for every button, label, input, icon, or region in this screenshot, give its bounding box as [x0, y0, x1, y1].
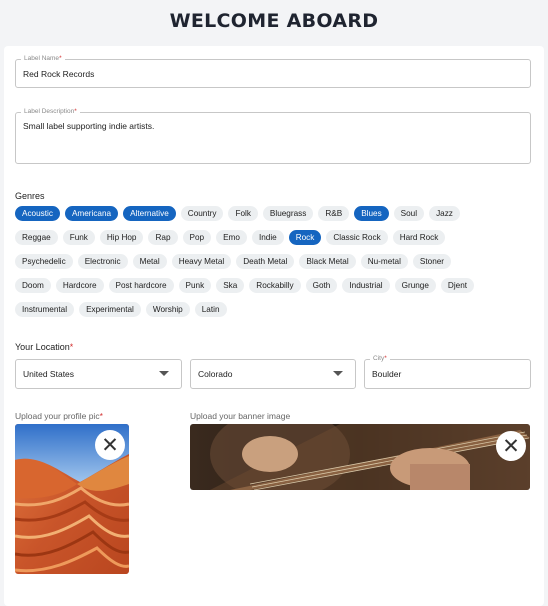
genres-chip-row: Psychedelic Electronic Metal Heavy Metal Dea… [15, 254, 535, 278]
remove-banner-image-button[interactable]: ✕ [496, 431, 526, 461]
genre-chip[interactable]: Rock [288, 230, 322, 245]
genre-chip[interactable]: Stoner [412, 254, 452, 269]
genre-chip[interactable]: Acoustic [15, 206, 60, 221]
genres-heading: Genres [15, 191, 45, 201]
genre-chip[interactable]: Hard Rock [392, 230, 446, 245]
genre-chip[interactable]: Americana [64, 206, 119, 221]
genre-chip[interactable]: Bluegrass [262, 206, 314, 221]
label-description-label: Label Description* [21, 107, 80, 117]
label-name-label: Label Name* [21, 54, 65, 64]
genre-chip[interactable]: Worship [145, 302, 190, 317]
genre-chip[interactable]: Post hardcore [108, 278, 174, 293]
genre-chip[interactable]: Pop [182, 230, 212, 245]
label-description-textarea[interactable]: Small label supporting indie artists. [23, 121, 154, 131]
genre-chip[interactable]: Folk [228, 206, 258, 221]
genre-chip[interactable]: Blues [354, 206, 389, 221]
genre-chip[interactable]: Punk [178, 278, 212, 293]
label-name-field[interactable]: Label Name* Red Rock Records [15, 54, 531, 88]
genre-chip[interactable]: Doom [15, 278, 51, 293]
genre-chip[interactable]: Alternative [123, 206, 176, 221]
remove-profile-pic-button[interactable]: ✕ [95, 430, 125, 460]
banner-upload-label: Upload your banner image [190, 411, 291, 421]
genre-chip[interactable]: Nu-metal [360, 254, 408, 269]
genre-chip[interactable]: Djent [440, 278, 475, 293]
city-label: City* [370, 354, 390, 364]
genre-chip[interactable]: R&B [318, 206, 350, 221]
genre-chip[interactable]: Rockabilly [249, 278, 301, 293]
label-name-input[interactable]: Red Rock Records [23, 69, 94, 79]
close-icon: ✕ [502, 434, 520, 458]
genres-chip-group: Acoustic Americana Alternative Country Folk B… [15, 206, 535, 326]
guitar-image [190, 424, 530, 490]
genre-chip[interactable]: Classic Rock [326, 230, 388, 245]
genre-chip[interactable]: Hardcore [55, 278, 104, 293]
genre-chip[interactable]: Funk [62, 230, 95, 245]
genre-chip[interactable]: Psychedelic [15, 254, 73, 269]
banner-image-preview[interactable]: ✕ [190, 424, 530, 490]
genre-chip[interactable]: Black Metal [299, 254, 356, 269]
genres-chip-row: Instrumental Experimental Worship Latin [15, 302, 535, 326]
genre-chip[interactable]: Reggae [15, 230, 58, 245]
page-title: WELCOME ABOARD [169, 10, 379, 32]
city-input[interactable]: Boulder [372, 369, 401, 379]
genre-chip[interactable]: Country [180, 206, 224, 221]
genre-chip[interactable]: Electronic [77, 254, 128, 269]
genres-chip-row: Acoustic Americana Alternative Country Folk B… [15, 206, 535, 230]
chevron-down-icon [333, 371, 343, 376]
genre-chip[interactable]: Latin [194, 302, 227, 317]
close-icon: ✕ [101, 433, 119, 457]
label-description-field[interactable]: Label Description* Small label supportin… [15, 107, 531, 164]
genre-chip[interactable]: Metal [132, 254, 167, 269]
genres-chip-row: Doom Hardcore Post hardcore Punk Ska Rockabil… [15, 278, 535, 302]
country-select[interactable]: United States [15, 359, 182, 389]
location-heading: Your Location* [15, 342, 74, 352]
genre-chip[interactable]: Experimental [79, 302, 141, 317]
profile-upload-label: Upload your profile pic* [15, 411, 103, 421]
genre-chip[interactable]: Emo [216, 230, 247, 245]
genre-chip[interactable]: Rap [148, 230, 178, 245]
profile-pic-preview[interactable]: ✕ [15, 424, 129, 574]
genre-chip[interactable]: Instrumental [15, 302, 75, 317]
genre-chip[interactable]: Industrial [342, 278, 390, 293]
state-select-value: Colorado [198, 369, 233, 379]
genre-chip[interactable]: Death Metal [236, 254, 295, 269]
state-select[interactable]: Colorado [190, 359, 356, 389]
city-field[interactable]: City* Boulder [364, 354, 531, 389]
genre-chip[interactable]: Ska [216, 278, 245, 293]
genre-chip[interactable]: Hip Hop [99, 230, 144, 245]
genre-chip[interactable]: Indie [251, 230, 284, 245]
chevron-down-icon [159, 371, 169, 376]
genre-chip[interactable]: Grunge [394, 278, 436, 293]
genres-chip-row: Reggae Funk Hip Hop Rap Pop Emo Indie Rock Class… [15, 230, 535, 254]
genre-chip[interactable]: Soul [393, 206, 425, 221]
genre-chip[interactable]: Heavy Metal [171, 254, 232, 269]
genre-chip[interactable]: Goth [305, 278, 338, 293]
country-select-value: United States [23, 369, 75, 379]
genre-chip[interactable]: Jazz [429, 206, 460, 221]
